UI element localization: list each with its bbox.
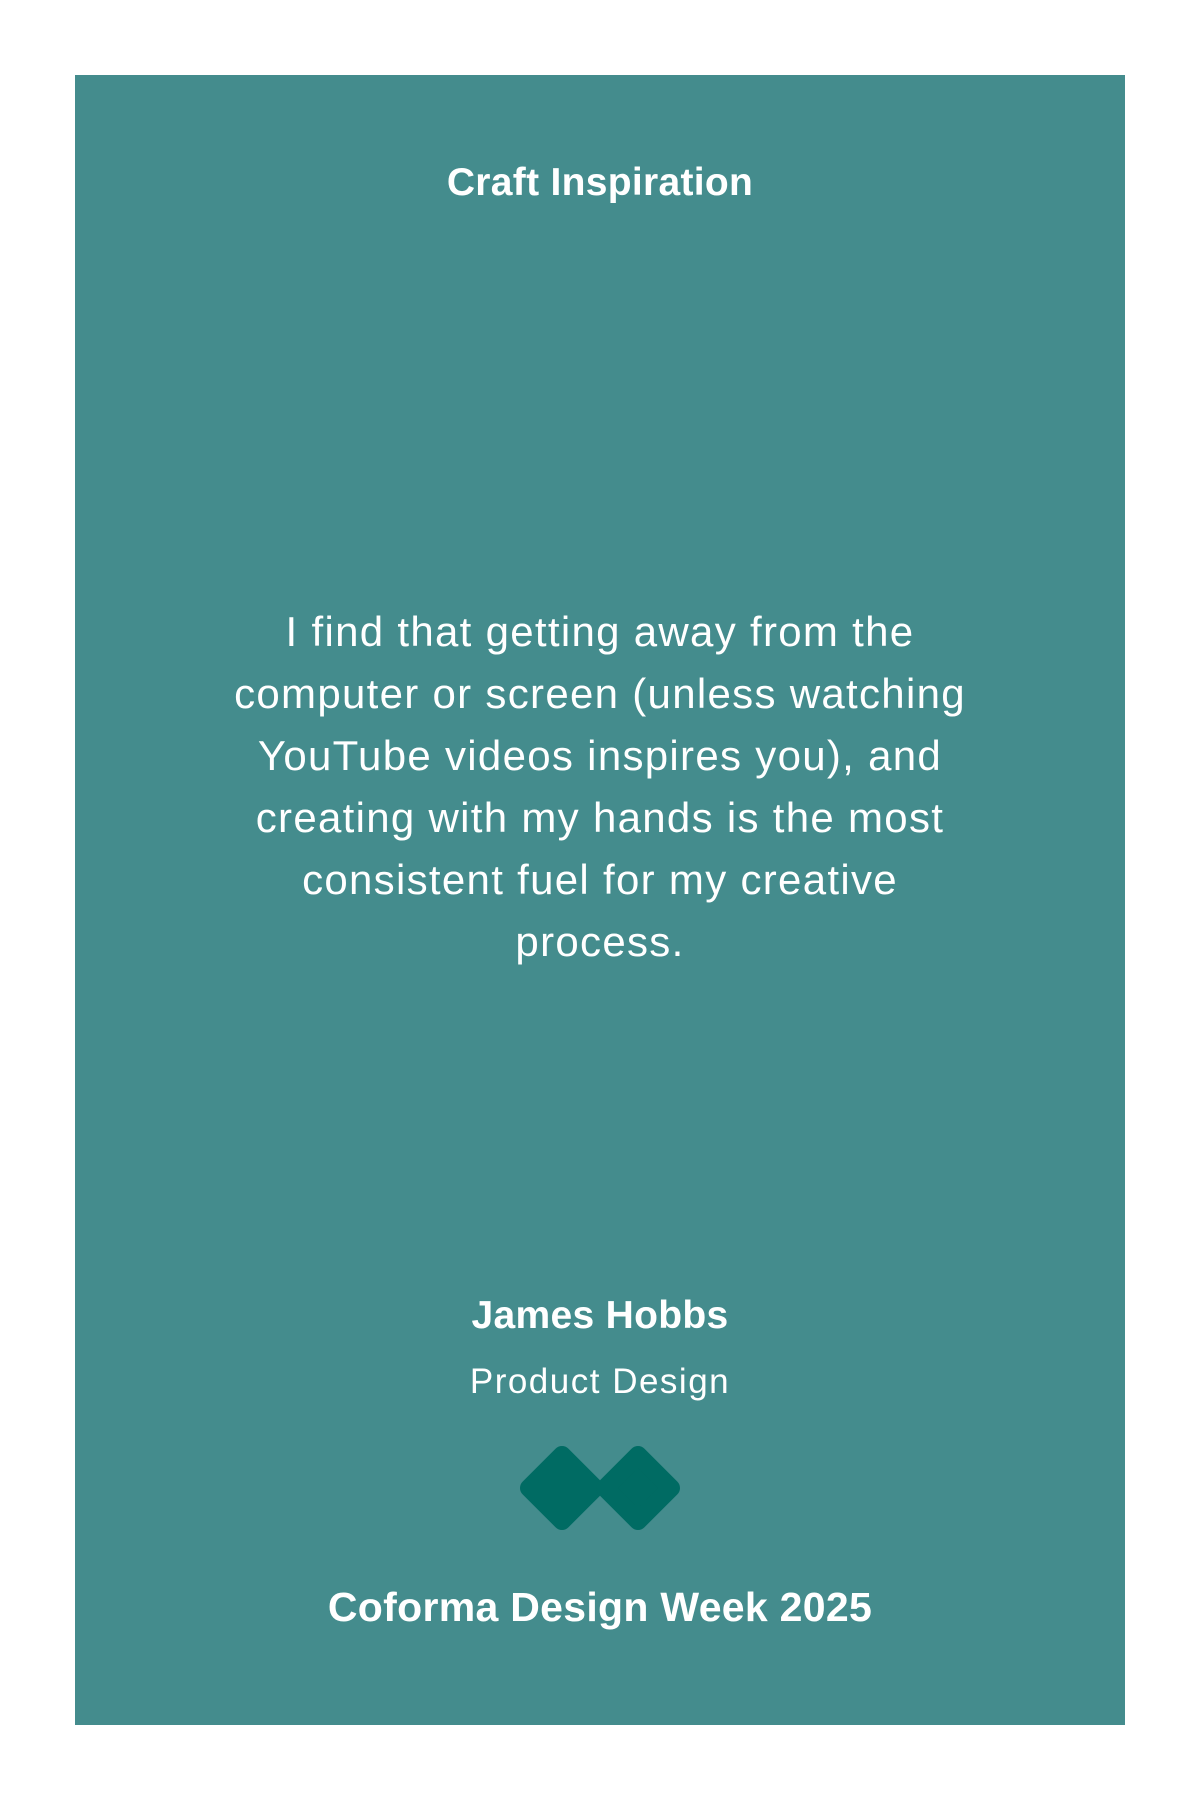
- event-footer: Coforma Design Week 2025: [327, 1584, 873, 1630]
- quote-card: Craft Inspiration I find that getting aw…: [75, 75, 1125, 1725]
- double-diamond-logo-icon: [520, 1446, 680, 1530]
- card-heading: Craft Inspiration: [446, 161, 754, 204]
- author-role: Product Design: [469, 1362, 731, 1401]
- quote-text: I find that getting away from the comput…: [234, 608, 966, 965]
- author-name: James Hobbs: [471, 1294, 729, 1337]
